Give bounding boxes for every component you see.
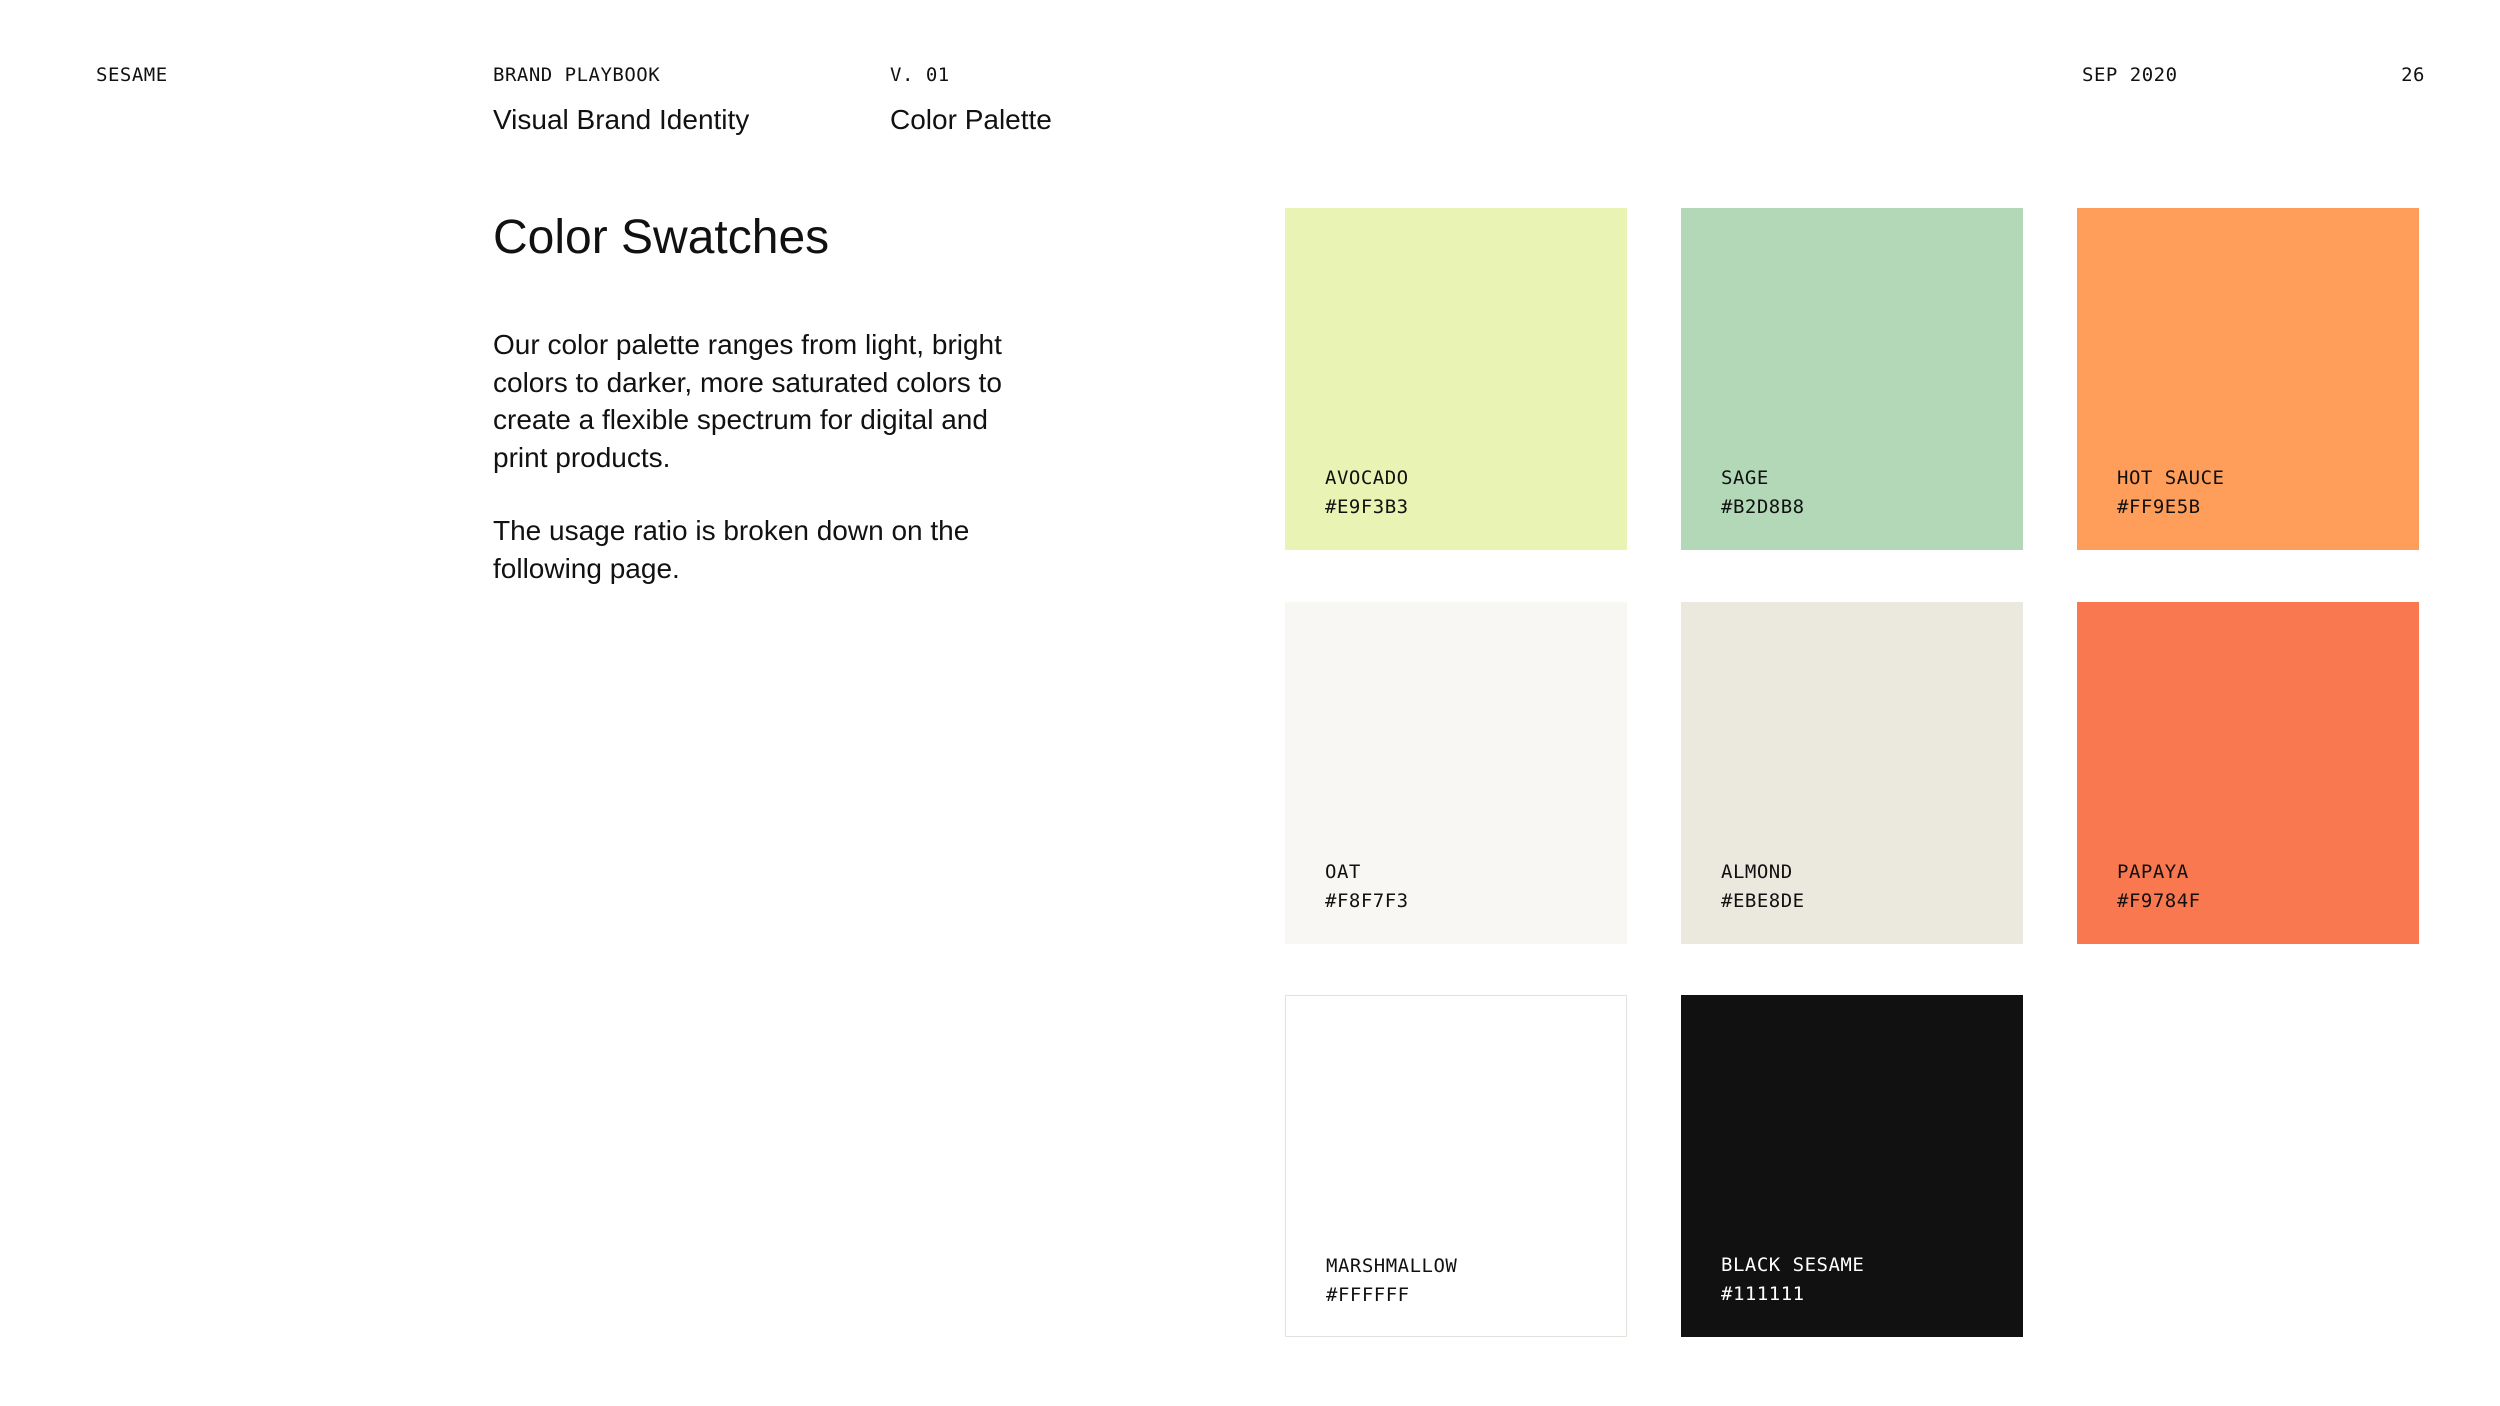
swatch-name: MARSHMALLOW: [1326, 1255, 1458, 1277]
section-title: Visual Brand Identity: [493, 104, 750, 135]
swatch-name: PAPAYA: [2117, 861, 2189, 883]
swatch-name: SAGE: [1721, 467, 1769, 489]
swatch-black-sesame: BLACK SESAME #111111: [1681, 995, 2023, 1337]
swatch-name: ALMOND: [1721, 861, 1793, 883]
swatch-sage: SAGE #B2D8B8: [1681, 208, 2023, 550]
swatch-almond: ALMOND #EBE8DE: [1681, 602, 2023, 944]
subsection-title: Color Palette: [890, 104, 1052, 135]
swatch-hex: #EBE8DE: [1721, 890, 1805, 912]
page-number: 26: [2401, 64, 2425, 86]
page-heading: Color Swatches: [493, 211, 830, 264]
swatch-oat: OAT #F8F7F3: [1285, 602, 1627, 944]
swatch-name: AVOCADO: [1325, 467, 1409, 489]
body-paragraph: Our color palette ranges from light, bri…: [493, 329, 1002, 473]
swatch-marshmallow: MARSHMALLOW #FFFFFF: [1285, 995, 1627, 1337]
swatch-hot-sauce: HOT SAUCE #FF9E5B: [2077, 208, 2419, 550]
swatch-name: HOT SAUCE: [2117, 467, 2225, 489]
body-paragraph: The usage ratio is broken down on the fo…: [493, 515, 970, 584]
swatch-hex: #FFFFFF: [1326, 1284, 1410, 1306]
swatch-hex: #E9F3B3: [1325, 496, 1409, 518]
document-label: BRAND PLAYBOOK: [493, 64, 661, 86]
version-label: V. 01: [890, 64, 950, 86]
date-label: SEP 2020: [2082, 64, 2178, 86]
swatch-name: BLACK SESAME: [1721, 1254, 1865, 1276]
swatch-name: OAT: [1325, 861, 1361, 883]
swatch-hex: #111111: [1721, 1283, 1805, 1305]
swatch-avocado: AVOCADO #E9F3B3: [1285, 208, 1627, 550]
swatch-hex: #FF9E5B: [2117, 496, 2201, 518]
swatch-hex: #F9784F: [2117, 890, 2201, 912]
swatch-papaya: PAPAYA #F9784F: [2077, 602, 2419, 944]
swatch-hex: #B2D8B8: [1721, 496, 1805, 518]
swatch-hex: #F8F7F3: [1325, 890, 1409, 912]
brand-name: SESAME: [96, 64, 168, 86]
